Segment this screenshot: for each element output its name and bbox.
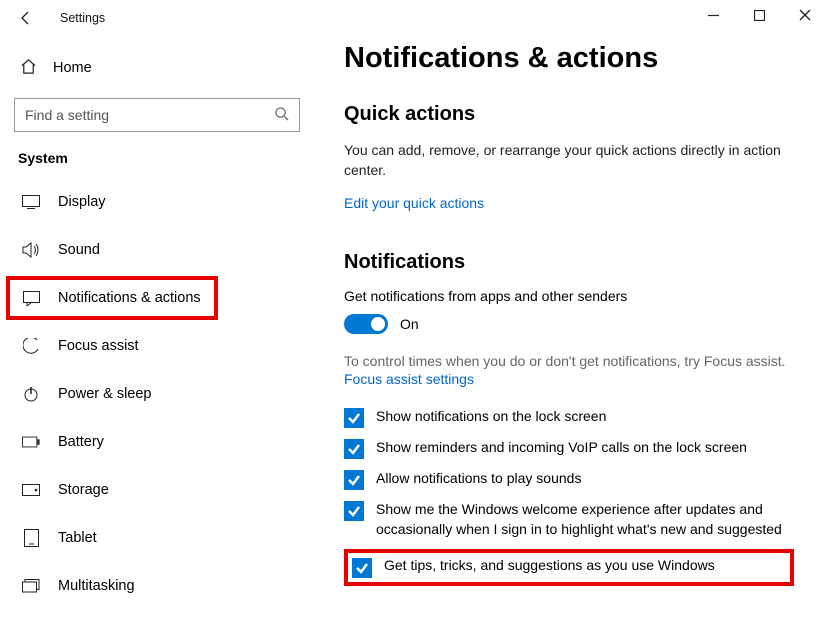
- checkbox-welcome-experience[interactable]: Show me the Windows welcome experience a…: [344, 500, 784, 539]
- checkbox-label: Show me the Windows welcome experience a…: [376, 500, 784, 539]
- checkbox-icon: [352, 558, 372, 578]
- sidebar-item-label: Multitasking: [58, 578, 135, 594]
- checkbox-icon: [344, 470, 364, 490]
- toggle-state-label: On: [400, 316, 419, 332]
- checkbox-icon: [344, 408, 364, 428]
- display-icon: [22, 195, 40, 209]
- home-icon: [20, 58, 37, 79]
- sidebar-item-label: Battery: [58, 434, 104, 450]
- maximize-button[interactable]: [736, 0, 782, 30]
- page-title: Notifications & actions: [344, 42, 794, 75]
- quick-actions-heading: Quick actions: [344, 103, 794, 126]
- focus-assist-settings-link[interactable]: Focus assist settings: [344, 371, 794, 387]
- checkbox-icon: [344, 501, 364, 521]
- focus-assist-icon: [22, 338, 40, 355]
- sidebar-home[interactable]: Home: [14, 48, 304, 88]
- content-pane: Notifications & actions Quick actions Yo…: [318, 36, 828, 622]
- sidebar: Home Find a setting System Display Sound…: [0, 36, 318, 622]
- window-controls: [690, 0, 828, 30]
- minimize-button[interactable]: [690, 0, 736, 30]
- checkbox-tips-tricks[interactable]: Get tips, tricks, and suggestions as you…: [344, 549, 794, 586]
- close-button[interactable]: [782, 0, 828, 30]
- search-placeholder: Find a setting: [25, 107, 109, 123]
- storage-icon: [22, 484, 40, 496]
- checkbox-label: Get tips, tricks, and suggestions as you…: [384, 557, 715, 573]
- back-button[interactable]: [18, 10, 38, 26]
- sidebar-item-battery[interactable]: Battery: [14, 420, 304, 464]
- sidebar-item-label: Power & sleep: [58, 386, 152, 402]
- search-icon: [274, 106, 289, 124]
- sidebar-item-multitasking[interactable]: Multitasking: [14, 564, 304, 608]
- sidebar-group-label: System: [18, 150, 304, 166]
- sound-icon: [22, 242, 40, 258]
- checkbox-reminders-voip[interactable]: Show reminders and incoming VoIP calls o…: [344, 438, 784, 459]
- sidebar-item-label: Sound: [58, 242, 100, 258]
- sidebar-item-storage[interactable]: Storage: [14, 468, 304, 512]
- sidebar-home-label: Home: [53, 60, 92, 76]
- sidebar-item-label: Focus assist: [58, 338, 139, 354]
- focus-assist-hint: To control times when you do or don't ge…: [344, 352, 794, 372]
- notifications-toggle[interactable]: [344, 314, 388, 334]
- sidebar-item-label: Notifications & actions: [58, 290, 201, 306]
- notifications-sub: Get notifications from apps and other se…: [344, 288, 794, 304]
- power-icon: [22, 386, 40, 402]
- battery-icon: [22, 436, 40, 448]
- quick-actions-body: You can add, remove, or rearrange your q…: [344, 140, 794, 181]
- checkbox-play-sounds[interactable]: Allow notifications to play sounds: [344, 469, 784, 490]
- sidebar-item-notifications[interactable]: Notifications & actions: [6, 276, 218, 320]
- window-title: Settings: [60, 11, 105, 25]
- tablet-icon: [22, 529, 40, 547]
- checkbox-label: Show reminders and incoming VoIP calls o…: [376, 438, 747, 458]
- search-input[interactable]: Find a setting: [14, 98, 300, 132]
- sidebar-item-power-sleep[interactable]: Power & sleep: [14, 372, 304, 416]
- sidebar-item-label: Storage: [58, 482, 109, 498]
- checkbox-icon: [344, 439, 364, 459]
- notifications-icon: [22, 291, 40, 306]
- sidebar-item-focus-assist[interactable]: Focus assist: [14, 324, 304, 368]
- multitasking-icon: [22, 579, 40, 594]
- checkbox-lock-screen-notifications[interactable]: Show notifications on the lock screen: [344, 407, 784, 428]
- checkbox-label: Show notifications on the lock screen: [376, 407, 606, 427]
- edit-quick-actions-link[interactable]: Edit your quick actions: [344, 195, 794, 211]
- notifications-heading: Notifications: [344, 251, 794, 274]
- checkbox-label: Allow notifications to play sounds: [376, 469, 581, 489]
- sidebar-item-sound[interactable]: Sound: [14, 228, 304, 272]
- sidebar-item-display[interactable]: Display: [14, 180, 304, 224]
- sidebar-item-tablet[interactable]: Tablet: [14, 516, 304, 560]
- sidebar-item-label: Tablet: [58, 530, 97, 546]
- sidebar-item-label: Display: [58, 194, 106, 210]
